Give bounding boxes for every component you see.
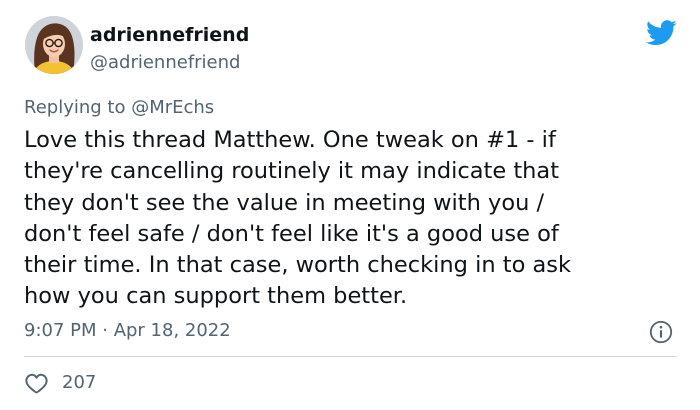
tweet-card: adriennefriend @adriennefriend Replying … [0,0,700,410]
info-icon[interactable] [649,320,673,344]
like-button[interactable]: 207 [24,370,96,396]
author-handle[interactable]: @adriennefriend [90,52,240,74]
replying-to-prefix: Replying to [24,97,132,118]
heart-icon[interactable] [24,371,49,396]
avatar-image [25,16,83,74]
tweet-text: Love this thread Matthew. One tweak on #… [24,127,572,310]
tweet-timestamp[interactable]: 9:07 PM · Apr 18, 2022 [24,320,231,342]
twitter-bird-icon[interactable] [646,20,677,46]
like-count: 207 [62,372,97,393]
author-display-name[interactable]: adriennefriend [90,24,249,46]
replying-to: Replying to @MrEchs [24,97,214,119]
avatar[interactable] [25,16,83,74]
reply-mention-link[interactable]: @MrEchs [131,97,214,118]
divider [24,356,677,357]
